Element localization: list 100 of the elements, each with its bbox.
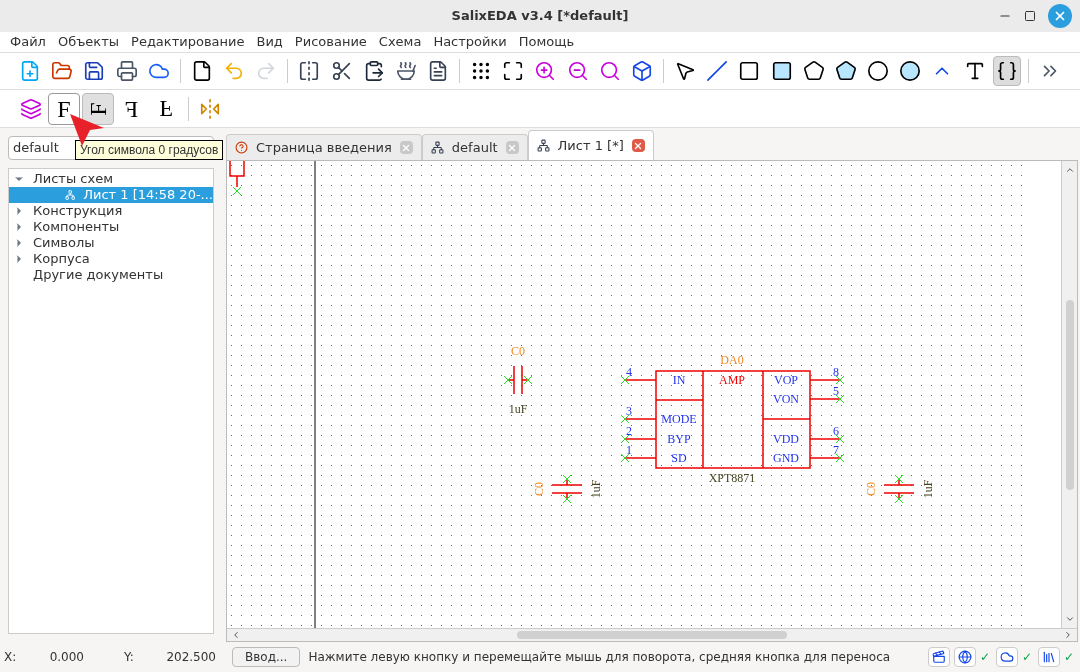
close-icon [1053,9,1067,23]
pin-number: 7 [833,443,839,457]
pin-connector-mark [523,375,533,385]
scroll-left-icon[interactable] [231,630,241,640]
field-icon [995,60,1018,82]
pin-line [624,418,657,420]
tab[interactable]: Страница введения [226,134,422,160]
menu-item[interactable]: Редактирование [125,32,251,52]
menu-item[interactable]: Помощь [512,32,581,52]
menu-item[interactable]: Схема [372,32,428,52]
help-icon [235,141,248,154]
sheet-icon [536,139,550,152]
close-button[interactable] [1048,4,1072,28]
scrollbar-thumb[interactable] [1065,299,1074,490]
tree-item[interactable]: Символы [9,235,213,251]
rotation-button[interactable]: F [116,92,148,125]
save-icon [83,60,106,82]
component-ref: DA0 [720,353,744,367]
menu-item[interactable]: Объекты [51,32,126,52]
capacitor-value: 1uF [508,402,528,416]
pin-name: VOP [774,373,798,387]
tree-item[interactable]: Другие документы [9,267,213,283]
toolbar-button[interactable] [992,56,1022,86]
pin-line [624,438,657,440]
pin-connector-mark [620,434,630,444]
pin-number: 6 [833,424,839,438]
pin-connector-mark [620,375,630,385]
capacitor-symbol [551,478,583,500]
menu-item[interactable]: Вид [250,32,289,52]
capacitor-symbol [883,478,915,500]
capacitor-value: 1uF [921,479,935,499]
pin-connector-mark [562,494,572,504]
tab[interactable]: Лист 1 [*] [527,130,654,160]
partial-symbol [229,161,245,188]
status-check: ✓ [980,649,992,666]
rotation-button[interactable]: F [82,92,114,125]
pin-number: 2 [626,424,632,438]
status-indicator[interactable] [996,647,1018,667]
pin-name: BYP [667,432,691,446]
pin-connector-mark [835,394,845,404]
tree-item[interactable]: Корпуса [9,251,213,267]
filled-polygon-icon [834,60,857,82]
tab-close-button[interactable] [631,139,645,152]
capacitor-value: 1uF [589,479,603,499]
menu-item[interactable]: Файл [4,32,52,52]
cloud-icon [1000,650,1014,664]
tree-item[interactable]: Конструкция [9,203,213,219]
scrollbar-thumb[interactable] [517,631,787,639]
pin-number: 1 [626,443,632,457]
mirror-icon [199,97,221,120]
polygon-icon [802,60,825,82]
status-check: ✓ [1064,649,1076,666]
close-icon [401,142,412,153]
document-icon [427,60,449,82]
circle-icon [867,60,890,82]
tree-item[interactable]: Листы схем [9,171,213,187]
x-label: X: [4,649,18,666]
pin-connector-mark [835,453,845,463]
status-indicator[interactable] [954,647,976,667]
pin-name: IN [672,373,686,387]
pin-connector-mark [620,414,630,424]
pin-connector-mark [894,474,904,484]
tree-item[interactable]: Компоненты [9,219,213,235]
line-icon [706,60,729,82]
enter-button[interactable]: Ввод... [232,647,301,667]
bowl-icon [394,60,417,82]
zoom-out-icon [566,60,589,82]
pin-connector-mark [232,186,242,196]
pin-line [624,457,657,459]
pin-name: MODE [661,412,697,426]
filled-rectangle-icon [770,60,793,82]
folder-icon [51,60,74,82]
pin-line [624,379,657,381]
pin-connector-mark [562,474,572,484]
rotation-button[interactable]: F [150,92,182,125]
rotation-button[interactable]: F [48,92,80,125]
scroll-down-icon[interactable] [1064,614,1075,624]
close-icon [633,140,644,151]
fit-icon [502,60,525,82]
status-indicator[interactable] [1038,647,1060,667]
pin-connector-mark [503,375,513,385]
zoom-in-icon [534,60,557,82]
capacitor-ref: C0 [532,482,546,496]
pin-name: GND [773,451,799,465]
layers-icon [20,97,42,120]
window-title: SalixEDA v3.4 [*default] [451,7,629,26]
pin-line [809,379,841,381]
y-value: 202.500 [165,649,216,666]
close-icon [507,142,518,153]
tab[interactable]: default [421,134,528,160]
scroll-up-icon[interactable] [1064,165,1075,175]
cube-icon [631,60,653,82]
scroll-right-icon[interactable] [1063,630,1073,640]
menu-item[interactable]: Рисование [288,32,373,52]
maximize-icon[interactable] [1024,10,1036,22]
vertical-scrollbar[interactable] [1061,161,1077,628]
status-indicator[interactable] [928,647,950,667]
menu-item[interactable]: Настройки [427,32,513,52]
horizontal-scrollbar[interactable] [227,628,1077,641]
pin-line [809,398,841,400]
